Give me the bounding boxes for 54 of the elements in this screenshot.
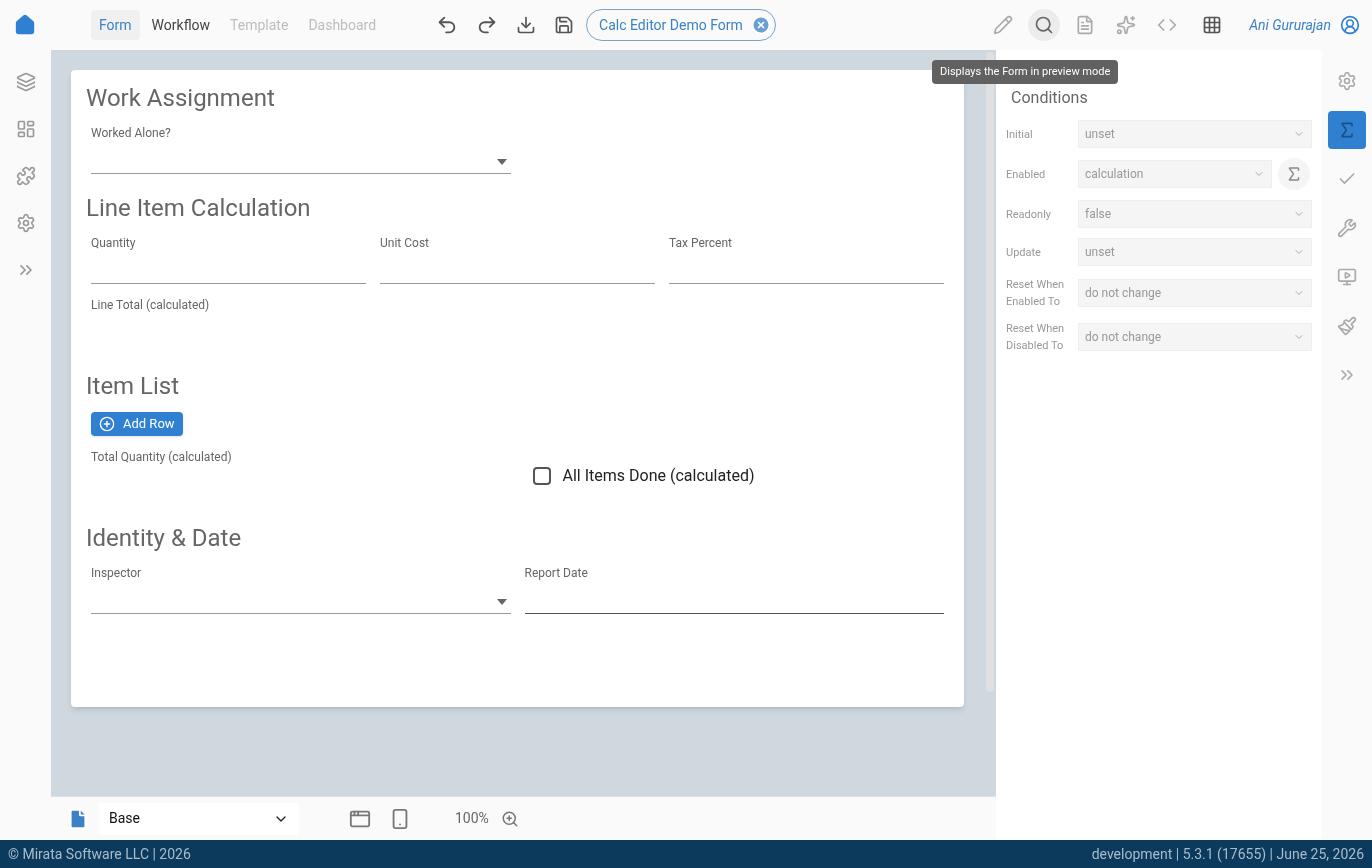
field-label: Tax Percent <box>669 235 733 252</box>
apps-icon[interactable] <box>1202 15 1223 35</box>
preview-icon[interactable] <box>1028 9 1061 41</box>
property-label: Reset When Disabled To <box>1006 321 1066 354</box>
checkbox[interactable] <box>532 467 551 485</box>
field-label: Total Quantity (calculated) <box>91 450 232 464</box>
field-label: Unit Cost <box>380 235 430 252</box>
panel-title: Conditions <box>1011 87 1089 109</box>
nav-tab[interactable]: Form <box>91 10 140 40</box>
field-label: Inspector <box>91 565 143 582</box>
puzzle-icon[interactable] <box>15 166 36 186</box>
sigma-icon[interactable] <box>1328 111 1366 149</box>
save-icon[interactable] <box>554 15 575 35</box>
close-icon[interactable] <box>750 15 771 35</box>
layers-icon[interactable] <box>15 72 36 92</box>
settings-icon[interactable] <box>15 213 36 233</box>
home-icon[interactable] <box>14 14 36 36</box>
property-select[interactable]: do not change <box>1078 323 1312 351</box>
section-title: Line Item Calculation <box>86 193 312 224</box>
user-avatar-icon[interactable] <box>1340 15 1360 35</box>
calculation-button[interactable] <box>1278 158 1310 190</box>
plus-icon <box>99 416 115 432</box>
field-label: Worked Alone? <box>91 125 172 142</box>
section-title: Identity & Date <box>86 523 243 554</box>
checkbox-label: All Items Done (calculated) <box>562 465 755 487</box>
property-label: Reset When Enabled To <box>1006 277 1066 310</box>
field-label: Line Total (calculated) <box>91 298 210 312</box>
download-icon[interactable] <box>516 15 537 35</box>
property-select[interactable]: do not change <box>1078 279 1312 307</box>
zoom-level: 100% <box>455 809 489 828</box>
property-select[interactable]: false <box>1078 200 1312 228</box>
document-name: Calc Editor Demo Form <box>599 15 743 35</box>
version-text: development | 5.3.1 (17655) | June 25, 2026 <box>1091 844 1364 864</box>
property-select[interactable]: unset <box>1078 120 1312 148</box>
nav-tab[interactable]: Workflow <box>143 10 219 40</box>
layout-select[interactable]: Base <box>99 802 299 835</box>
user-name[interactable]: Ani Gururajan <box>1249 14 1331 36</box>
section-title: Work Assignment <box>86 83 276 114</box>
tooltip: Displays the Form in preview mode <box>932 60 1119 84</box>
section-title: Item List <box>86 371 181 402</box>
field-label: Quantity <box>91 235 137 252</box>
property-label: Readonly <box>1006 206 1053 223</box>
property-select[interactable]: calculation <box>1078 160 1272 188</box>
field-label: Report Date <box>524 565 589 582</box>
zoom-in-icon[interactable] <box>500 809 519 828</box>
dropdown-icon <box>496 598 507 605</box>
dropdown-icon <box>496 158 507 165</box>
widgets-icon[interactable] <box>15 119 36 139</box>
property-label: Initial <box>1006 126 1034 143</box>
add-row-button[interactable]: Add Row <box>91 412 183 436</box>
copyright-text: © Mirata Software LLC | 2026 <box>8 844 191 864</box>
property-label: Update <box>1006 244 1042 261</box>
property-label: Enabled <box>1006 166 1047 183</box>
property-select[interactable]: unset <box>1078 238 1312 266</box>
